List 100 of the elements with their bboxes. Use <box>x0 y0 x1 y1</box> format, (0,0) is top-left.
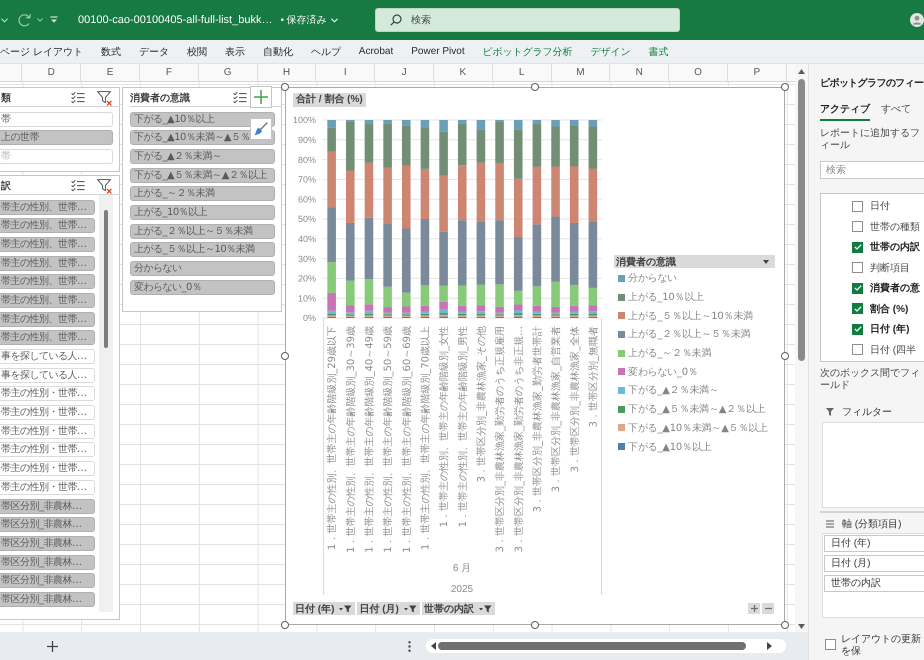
checkbox[interactable] <box>852 221 863 232</box>
checkbox[interactable] <box>852 262 863 274</box>
slicer-item[interactable]: 帯主の性別、世帯… <box>0 292 95 308</box>
pane-tab[interactable]: すべて <box>881 98 911 121</box>
slicer-item[interactable]: 上がる_10％以上 <box>130 204 275 220</box>
resize-handle[interactable] <box>531 83 539 91</box>
ribbon-tab[interactable]: ピボットグラフ分析 <box>482 42 573 60</box>
slicer-item[interactable]: 上がる_～２％未満 <box>130 186 275 202</box>
checkbox[interactable] <box>825 639 836 650</box>
add-sheet-button[interactable] <box>46 640 59 652</box>
ribbon-tab[interactable]: ページ レイアウト <box>0 42 83 60</box>
checkbox[interactable] <box>852 324 863 335</box>
field-button[interactable]: 日付 (月) <box>357 602 420 615</box>
ribbon-tab[interactable]: データ <box>138 42 169 60</box>
column-header[interactable]: M <box>552 64 610 81</box>
slicer-item[interactable]: 帯区分別_非農林… <box>0 554 95 570</box>
file-name[interactable]: 00100-cao-00100405-all-full-list_bukk… <box>78 14 272 26</box>
multi-select-icon[interactable] <box>233 92 247 104</box>
scrollbar-track[interactable] <box>426 639 786 653</box>
scroll-right-icon[interactable] <box>767 642 772 650</box>
slicer-item[interactable]: 帯区分別_非農林… <box>0 592 95 607</box>
ribbon-tab[interactable]: ヘルプ <box>310 42 341 60</box>
slicer-item[interactable]: 帯主の性別、世帯… <box>0 274 95 290</box>
chart-area[interactable] <box>285 87 785 625</box>
slicer-item[interactable]: 上がる_２％以上～５％未満 <box>130 224 275 239</box>
slicer-item[interactable]: 帯主の性別・世帯… <box>0 480 95 495</box>
resize-handle[interactable] <box>781 83 789 91</box>
field-button[interactable]: 消費者の意識 <box>614 255 775 268</box>
column-header[interactable]: H <box>258 64 316 81</box>
scrollbar-track[interactable] <box>795 64 808 632</box>
ribbon-tab[interactable]: 書式 <box>648 42 669 60</box>
slicer-item[interactable]: 帯主の性別、世帯… <box>0 200 95 214</box>
slicer-item[interactable]: 下がる_▲10％未満～▲５％ <box>130 130 275 146</box>
slicer-item[interactable]: 帯 <box>0 112 113 126</box>
ribbon-tab[interactable]: Power Pivot <box>411 42 465 60</box>
redo-icon[interactable] <box>17 13 33 27</box>
search-field[interactable]: 検索 <box>820 161 924 179</box>
column-header[interactable]: G <box>198 64 258 81</box>
ribbon-tab[interactable]: 表示 <box>224 42 245 60</box>
field-pill[interactable]: 日付 (月) <box>824 555 924 572</box>
checkbox[interactable] <box>852 344 863 356</box>
search-input[interactable]: 検索 <box>411 12 671 28</box>
customize-icon[interactable] <box>50 16 58 24</box>
slicer-item[interactable]: 変わらない_0％ <box>130 280 275 295</box>
clear-filter-icon[interactable] <box>97 90 112 106</box>
field-label[interactable]: 日付 (四半 <box>870 342 916 357</box>
column-header[interactable]: E <box>81 64 140 81</box>
resize-handle[interactable] <box>281 621 289 629</box>
search-field[interactable]: 検索 <box>375 8 680 32</box>
column-header[interactable]: D <box>22 64 82 81</box>
field-label[interactable]: 判断項目 <box>870 260 910 275</box>
slicer-item[interactable]: 帯主の性別、世帯… <box>0 330 95 346</box>
slicer-item[interactable]: 帯主の性別、世帯… <box>0 256 95 271</box>
slicer-item[interactable]: 上がる_５％以上～10％未満 <box>130 242 275 258</box>
column-header[interactable]: P <box>728 64 787 81</box>
expand-button[interactable] <box>748 603 760 614</box>
slicer-item[interactable]: 下がる_▲２％未満～ <box>130 148 275 164</box>
column-header[interactable]: J <box>375 64 434 81</box>
resize-handle[interactable] <box>781 621 789 629</box>
chart-styles-button[interactable] <box>250 118 272 140</box>
field-label[interactable]: 日付 (年) <box>870 322 910 336</box>
checkbox[interactable] <box>852 282 863 294</box>
ribbon-tab[interactable]: 校閲 <box>186 42 207 60</box>
slicer-item[interactable]: 帯主の性別、世帯… <box>0 236 95 252</box>
checkbox-label[interactable]: レイアウトの更新を保 <box>841 634 921 658</box>
slicer-item[interactable]: 帯区分別_非農林… <box>0 536 95 551</box>
checkbox[interactable] <box>852 242 863 253</box>
field-pill[interactable]: 日付 (年) <box>824 535 924 552</box>
resize-handle[interactable] <box>281 352 289 360</box>
ribbon-tab[interactable]: 自動化 <box>262 42 293 60</box>
slicer-item[interactable]: 下がる_▲10％以上 <box>130 112 275 126</box>
checkbox[interactable] <box>852 200 863 212</box>
scrollbar-thumb[interactable] <box>104 210 108 348</box>
field-button[interactable]: 世帯の内訳 <box>422 602 495 615</box>
field-label[interactable]: 世帯の内訳 <box>870 240 920 254</box>
ribbon-tab[interactable]: Acrobat <box>358 42 394 60</box>
slicer-item[interactable]: 事を探している人… <box>0 368 95 383</box>
slicer-item[interactable]: 帯主の性別・世帯… <box>0 461 95 476</box>
scrollbar-thumb[interactable] <box>798 79 805 361</box>
column-header[interactable]: O <box>669 64 728 81</box>
caret-icon[interactable] <box>37 18 43 22</box>
scroll-down-icon[interactable] <box>798 624 805 629</box>
resize-handle[interactable] <box>281 83 289 91</box>
pane-tab[interactable]: アクティブ <box>820 98 870 121</box>
field-pill[interactable]: 世帯の内訳 <box>824 575 924 592</box>
column-header[interactable]: K <box>434 64 493 81</box>
column-header[interactable]: I <box>316 64 376 81</box>
save-status-button[interactable]: • 保存済み <box>280 12 338 28</box>
avatar-icon[interactable] <box>910 13 924 27</box>
resize-handle[interactable] <box>531 621 539 629</box>
slicer-item[interactable]: 帯主の性別・世帯… <box>0 442 95 458</box>
field-label[interactable]: 割合 (%) <box>870 302 908 316</box>
slicer-item[interactable]: 上の世帯 <box>0 130 113 146</box>
slicer-item[interactable]: 帯主の性別・世帯… <box>0 424 95 439</box>
column-header[interactable]: L <box>492 64 552 81</box>
slicer-item[interactable]: 帯主の性別・世帯… <box>0 386 95 402</box>
scroll-up-icon[interactable] <box>798 69 805 74</box>
slicer-item[interactable]: 帯区分別_非農林… <box>0 517 95 532</box>
slicer-item[interactable]: 帯主の性別・世帯… <box>0 405 95 420</box>
more-icon[interactable] <box>408 640 411 652</box>
